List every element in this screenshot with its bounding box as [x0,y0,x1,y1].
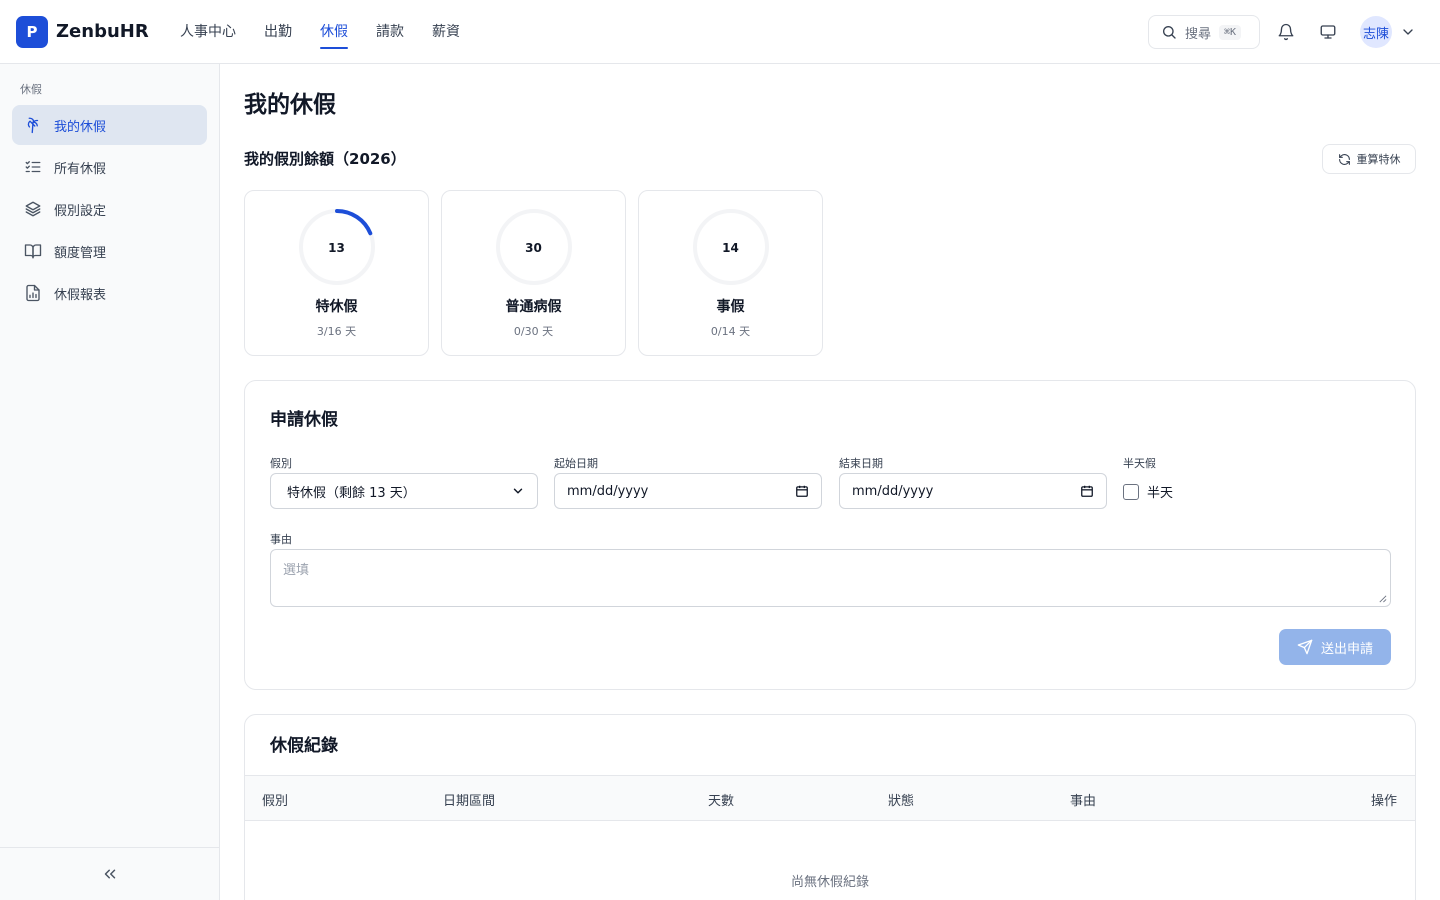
balance-type-name: 特休假 [315,299,358,315]
sidebar-section-label: 休假 [20,83,42,96]
column-header-reason: 事由 [1070,794,1097,809]
recalculate-annual-leave-button[interactable]: 重算特休 [1322,144,1416,174]
half-day-option[interactable]: 半天 [1147,482,1173,501]
sidebar-footer [0,847,219,900]
monitor-icon [1320,25,1336,39]
sidebar-item-label: 我的休假 [54,119,107,135]
sidebar-item-label: 假別設定 [54,203,107,219]
start-date-value: mm/dd/yyyy [567,483,649,499]
top-bar: P ZenbuHR 人事中心 出勤 休假 請款 薪資 搜尋 ⌘K 志陳 [0,0,1440,64]
top-nav-hr-center[interactable]: 人事中心 [180,0,236,64]
sidebar-item-all-leave[interactable]: 所有休假 [12,147,207,187]
submit-label: 送出申請 [1320,641,1373,657]
notifications-button[interactable] [1272,18,1300,46]
brand-name[interactable]: ZenbuHR [56,20,149,44]
balance-usage: 3/16 天 [316,325,357,338]
logo-mark[interactable]: P [16,16,48,48]
main-content: 我的休假 我的假別餘額（2026） 重算特休 13 特休假 3/16 天 30 … [220,64,1440,900]
sidebar-item-leave-types[interactable]: 假別設定 [12,189,207,229]
records-table-header: 假別 日期區間 天數 狀態 事由 操作 [245,775,1415,821]
leave-type-select[interactable]: 特休假（剩餘 13 天） [270,473,538,509]
column-header-days: 天數 [708,794,735,809]
sidebar-list: 我的休假 所有休假 假別設定 額度管理 休假報表 [12,105,207,315]
file-chart-icon [26,284,40,302]
sidebar-item-label: 額度管理 [54,245,107,261]
top-nav-expense[interactable]: 請款 [376,0,404,64]
balance-remaining: 13 [328,241,345,255]
submit-request-button[interactable]: 送出申請 [1279,629,1391,665]
records-empty-state: 尚無休假紀錄 [790,875,869,890]
book-open-icon [24,244,42,259]
end-date-input[interactable]: mm/dd/yyyy [839,473,1107,509]
leave-records-title: 休假紀錄 [270,736,338,756]
top-nav-payroll[interactable]: 薪資 [432,0,460,64]
column-header-type: 假別 [262,794,289,809]
top-nav-leave[interactable]: 休假 [320,0,348,64]
top-nav: 人事中心 出勤 休假 請款 薪資 [180,0,460,64]
bell-icon [1278,23,1294,41]
recalc-label: 重算特休 [1356,153,1401,166]
sidebar-item-label: 所有休假 [54,161,107,177]
calendar-icon[interactable] [795,484,809,498]
leave-type-value: 特休假（剩餘 13 天） [287,485,416,501]
balance-usage: 0/30 天 [513,325,554,338]
sidebar-item-label: 休假報表 [54,287,107,303]
search-icon [1163,26,1176,39]
balance-card-annual: 13 特休假 3/16 天 [244,190,429,356]
chevron-down-icon [513,488,523,494]
balance-type-name: 普通病假 [505,299,562,315]
user-avatar[interactable]: 志陳 [1360,16,1392,48]
column-header-actions: 操作 [1371,794,1398,809]
half-day-row: 半天 [1123,482,1173,501]
palm-tree-icon [27,117,39,134]
display-button[interactable] [1314,18,1342,46]
half-day-label: 半天假 [1123,457,1156,470]
balance-usage: 0/14 天 [710,325,751,338]
sidebar-item-quota[interactable]: 額度管理 [12,231,207,271]
sidebar: 休假 我的休假 所有休假 假別設定 額度管理 休假報表 [0,64,220,900]
balance-remaining: 14 [722,241,739,255]
chevron-down-icon[interactable] [1400,24,1416,40]
calendar-icon[interactable] [1080,484,1094,498]
reason-placeholder: 選填 [283,563,310,578]
start-date-input[interactable]: mm/dd/yyyy [554,473,822,509]
start-date-label: 起始日期 [554,457,598,470]
send-icon [1297,639,1313,655]
leave-type-label: 假別 [270,457,292,470]
apply-leave-panel: 申請休假 假別 特休假（剩餘 13 天） 起始日期 mm/dd/yyyy 結束日… [244,380,1416,690]
reason-label: 事由 [270,533,292,546]
balance-cards: 13 特休假 3/16 天 30 普通病假 0/30 天 14 事假 0/14 … [244,190,823,356]
balance-section-title: 我的假別餘額（2026） [244,150,406,168]
sidebar-item-my-leave[interactable]: 我的休假 [12,105,207,145]
layers-icon [25,201,41,217]
balance-card-personal: 14 事假 0/14 天 [638,190,823,356]
sidebar-item-reports[interactable]: 休假報表 [12,273,207,313]
column-header-date-range: 日期區間 [443,794,496,809]
resize-grip-icon[interactable] [1378,594,1387,603]
column-header-status: 狀態 [888,794,915,809]
half-day-checkbox[interactable] [1123,483,1139,500]
page-title: 我的休假 [244,92,336,118]
leave-records-panel: 休假紀錄 假別 日期區間 天數 狀態 事由 操作 尚無休假紀錄 [244,714,1416,900]
list-checks-icon [25,161,41,173]
search-button[interactable]: 搜尋 ⌘K [1148,15,1260,49]
balance-remaining: 30 [525,241,542,255]
search-label: 搜尋 [1185,26,1212,42]
refresh-icon [1338,153,1350,165]
end-date-value: mm/dd/yyyy [852,483,934,499]
apply-leave-title: 申請休假 [270,410,338,430]
end-date-label: 結束日期 [839,457,883,470]
chevrons-left-icon[interactable] [101,865,119,883]
search-shortcut: ⌘K [1219,24,1242,40]
top-nav-attendance[interactable]: 出勤 [264,0,292,64]
balance-card-sick: 30 普通病假 0/30 天 [441,190,626,356]
balance-type-name: 事假 [716,299,745,315]
reason-textarea[interactable]: 選填 [270,549,1391,607]
